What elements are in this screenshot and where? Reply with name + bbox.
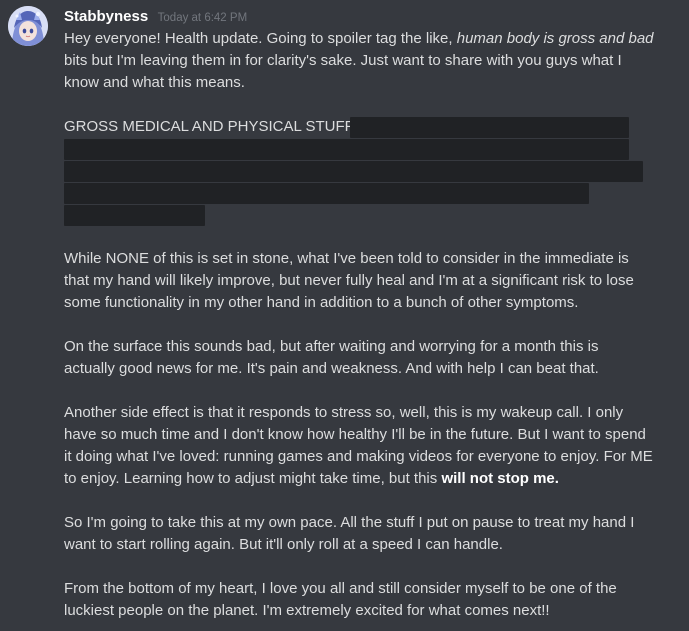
paragraph-line: that my hand will likely improve, but ne… — [64, 272, 634, 289]
paragraph-line: From the bottom of my heart, I love you … — [64, 580, 617, 597]
spoiler-line-2 — [64, 138, 664, 160]
spoiler-block[interactable] — [64, 205, 205, 226]
paragraph-line: have so much time and I don't know how h… — [64, 426, 646, 443]
spoiler-heading: GROSS MEDICAL AND PHYSICAL STUFF: — [64, 118, 358, 135]
chat-message: Stabbyness Today at 6:42 PM Hey everyone… — [0, 0, 689, 631]
intro-line-3: know and what this means. — [64, 74, 245, 91]
spoiler-block[interactable] — [64, 161, 643, 182]
spoiler-line-5 — [64, 204, 664, 226]
paragraph-text: to enjoy. Learning how to adjust might t… — [64, 470, 442, 487]
paragraph-line: luckiest people on the planet. I'm extre… — [64, 602, 550, 619]
message-header: Stabbyness Today at 6:42 PM — [64, 8, 247, 28]
message-content: Hey everyone! Health update. Going to sp… — [64, 28, 664, 622]
intro-line-2: bits but I'm leaving them in for clarity… — [64, 52, 622, 69]
spoiler-block[interactable] — [64, 183, 589, 204]
paragraph-line: On the surface this sounds bad, but afte… — [64, 338, 599, 355]
intro-italic: human body is gross and bad — [456, 30, 654, 47]
spoiler-block[interactable] — [350, 117, 629, 138]
intro-text: Hey everyone! Health update. Going to sp… — [64, 30, 457, 47]
avatar[interactable] — [8, 6, 48, 46]
anime-character-avatar-icon — [8, 6, 48, 46]
paragraph-line: some functionality in my other hand in a… — [64, 294, 579, 311]
paragraph-line: actually good news for me. It's pain and… — [64, 360, 599, 377]
spoiler-line-4 — [64, 182, 664, 204]
spoiler-line-1: GROSS MEDICAL AND PHYSICAL STUFF: — [64, 116, 664, 138]
paragraph-line: While NONE of this is set in stone, what… — [64, 250, 629, 267]
intro-line-1: Hey everyone! Health update. Going to sp… — [64, 28, 664, 50]
bold-emphasis: will not stop me. — [441, 470, 559, 487]
paragraph-line: it doing what I've loved: running games … — [64, 448, 653, 465]
paragraph-line: So I'm going to take this at my own pace… — [64, 514, 635, 531]
username[interactable]: Stabbyness — [64, 8, 148, 25]
paragraph-line: to enjoy. Learning how to adjust might t… — [64, 468, 664, 490]
spoiler-line-3 — [64, 160, 664, 182]
timestamp[interactable]: Today at 6:42 PM — [158, 12, 248, 24]
paragraph-line: Another side effect is that it responds … — [64, 404, 624, 421]
spoiler-block[interactable] — [64, 139, 629, 160]
paragraph-line: want to start rolling again. But it'll o… — [64, 536, 503, 553]
